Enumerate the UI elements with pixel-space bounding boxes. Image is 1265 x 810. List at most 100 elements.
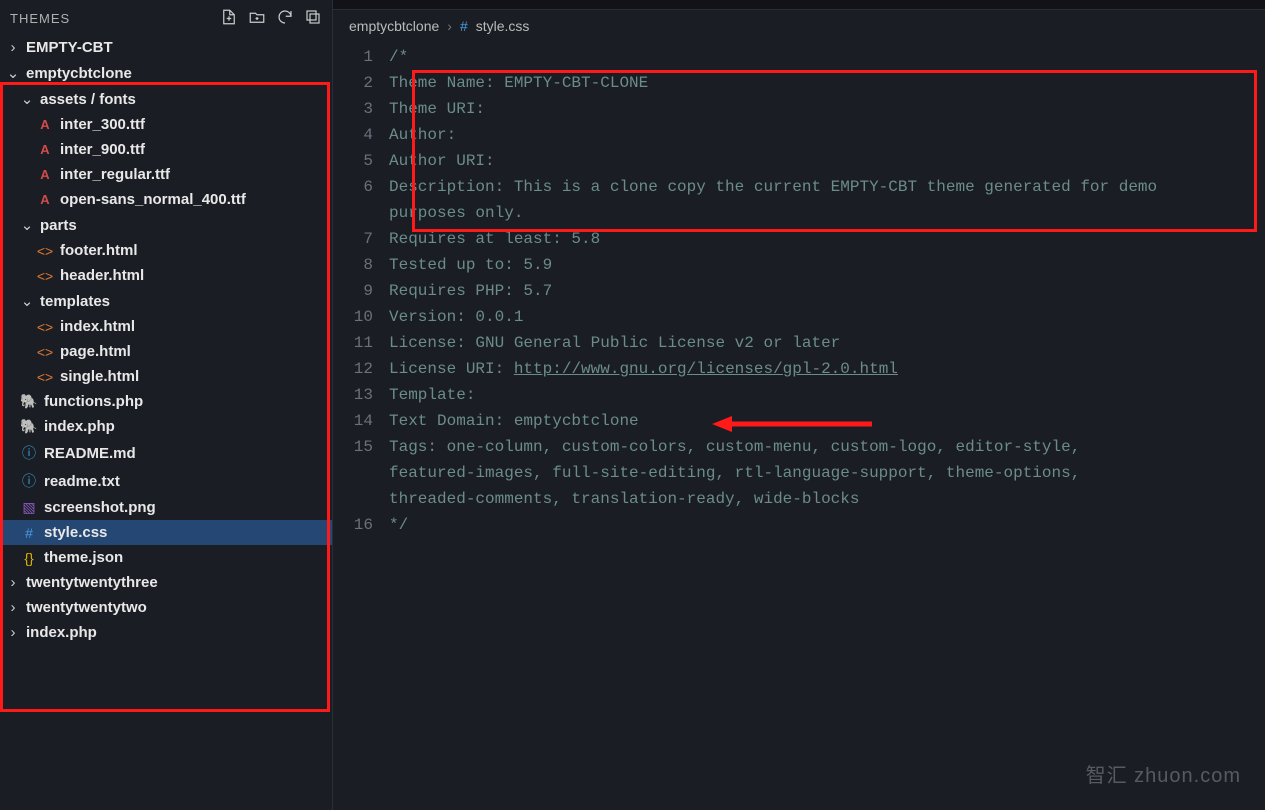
code-line[interactable]: */ xyxy=(389,512,1265,538)
file-type-icon: ⓘ xyxy=(20,471,38,491)
file-type-icon: A xyxy=(36,142,54,157)
file-label: style.css xyxy=(44,524,107,541)
file-type-icon: <> xyxy=(36,268,54,284)
new-file-icon[interactable] xyxy=(220,8,238,29)
file-label: single.html xyxy=(60,368,139,385)
file-label: functions.php xyxy=(44,393,143,410)
file-tree-item[interactable]: ⌄ templates xyxy=(0,288,332,314)
file-label: twentytwentythree xyxy=(26,574,158,591)
file-type-icon: 🐘 xyxy=(20,393,38,410)
chevron-icon: › xyxy=(6,574,20,591)
file-label: inter_300.ttf xyxy=(60,116,145,133)
file-tree-item[interactable]: {}theme.json xyxy=(0,545,332,570)
code-line[interactable]: threaded-comments, translation-ready, wi… xyxy=(389,486,1265,512)
new-folder-icon[interactable] xyxy=(248,8,266,29)
code-line[interactable]: License URI: http://www.gnu.org/licenses… xyxy=(389,356,1265,382)
file-type-icon: <> xyxy=(36,319,54,335)
file-tree-item[interactable]: <> page.html xyxy=(0,339,332,364)
file-type-icon: <> xyxy=(36,243,54,259)
file-tree-item[interactable]: ▧ screenshot.png xyxy=(0,495,332,520)
file-type-icon: ⓘ xyxy=(20,443,38,463)
file-label: header.html xyxy=(60,267,144,284)
code-editor[interactable]: 123456·789101112131415··16 /*Theme Name:… xyxy=(333,42,1265,810)
file-explorer-sidebar: THEMES ›EMPTY-CBT⌄emptycbtclone⌄assets /… xyxy=(0,0,333,810)
code-line[interactable]: Theme URI: xyxy=(389,96,1265,122)
file-tree-item[interactable]: › twentytwentytwo xyxy=(0,595,332,620)
explorer-title: THEMES xyxy=(10,11,70,26)
file-label: twentytwentytwo xyxy=(26,599,147,616)
file-tree-item[interactable]: ⌄assets / fonts xyxy=(0,86,332,112)
file-tree-item[interactable]: › EMPTY-CBT xyxy=(0,35,332,60)
file-type-icon: <> xyxy=(36,344,54,360)
code-content[interactable]: /*Theme Name: EMPTY-CBT-CLONETheme URI:A… xyxy=(389,44,1265,810)
code-line[interactable]: Author URI: xyxy=(389,148,1265,174)
file-label: EMPTY-CBT xyxy=(26,39,113,56)
file-tree-item[interactable]: 🐘 functions.php xyxy=(0,389,332,414)
line-gutter: 123456·789101112131415··16 xyxy=(333,44,389,810)
file-label: theme.json xyxy=(44,549,123,566)
code-line[interactable]: Version: 0.0.1 xyxy=(389,304,1265,330)
file-type-icon: # xyxy=(20,525,38,541)
file-tree-item[interactable]: ⓘ readme.txt xyxy=(0,467,332,495)
breadcrumb-file[interactable]: style.css xyxy=(476,18,530,34)
file-tree-item[interactable]: 🐘 index.php xyxy=(0,414,332,439)
file-label: page.html xyxy=(60,343,131,360)
chevron-icon: › xyxy=(6,624,20,641)
file-tree-item[interactable]: <> index.html xyxy=(0,314,332,339)
code-line[interactable]: featured-images, full-site-editing, rtl-… xyxy=(389,460,1265,486)
file-label: index.php xyxy=(44,418,115,435)
file-label: screenshot.png xyxy=(44,499,156,516)
code-line[interactable]: Theme Name: EMPTY-CBT-CLONE xyxy=(389,70,1265,96)
collapse-icon[interactable] xyxy=(304,8,322,29)
file-tree-item[interactable]: <>single.html xyxy=(0,364,332,389)
file-tree-item[interactable]: ⌄ parts xyxy=(0,212,332,238)
breadcrumb-sep: › xyxy=(447,18,452,34)
breadcrumb[interactable]: emptycbtclone › # style.css xyxy=(333,10,1265,42)
chevron-icon: ⌄ xyxy=(6,64,20,82)
file-tree-item[interactable]: # style.css xyxy=(0,520,332,545)
file-tree-item[interactable]: Ainter_regular.ttf xyxy=(0,162,332,187)
file-tree-item[interactable]: Aopen-sans_normal_400.ttf xyxy=(0,187,332,212)
code-line[interactable]: License: GNU General Public License v2 o… xyxy=(389,330,1265,356)
chevron-icon: ⌄ xyxy=(20,292,34,310)
code-line[interactable]: Description: This is a clone copy the cu… xyxy=(389,174,1265,200)
code-line[interactable]: Requires PHP: 5.7 xyxy=(389,278,1265,304)
file-tree-item[interactable]: Ainter_300.ttf xyxy=(0,112,332,137)
code-line[interactable]: Tested up to: 5.9 xyxy=(389,252,1265,278)
watermark: 智汇 zhuon.com xyxy=(1086,759,1241,788)
file-label: templates xyxy=(40,293,110,310)
file-tree-item[interactable]: Ainter_900.ttf xyxy=(0,137,332,162)
code-line[interactable]: Tags: one-column, custom-colors, custom-… xyxy=(389,434,1265,460)
file-label: readme.txt xyxy=(44,473,120,490)
code-line[interactable]: purposes only. xyxy=(389,200,1265,226)
file-label: emptycbtclone xyxy=(26,65,132,82)
file-tree-item[interactable]: › twentytwentythree xyxy=(0,570,332,595)
file-label: footer.html xyxy=(60,242,138,259)
editor-area: emptycbtclone › # style.css 123456·78910… xyxy=(333,0,1265,810)
chevron-icon: › xyxy=(6,599,20,616)
file-tree-item[interactable]: › index.php xyxy=(0,620,332,645)
refresh-icon[interactable] xyxy=(276,8,294,29)
file-tree-item[interactable]: <> header.html xyxy=(0,263,332,288)
link[interactable]: http://www.gnu.org/licenses/gpl-2.0.html xyxy=(514,360,898,378)
chevron-icon: ⌄ xyxy=(20,216,34,234)
file-type-icon: 🐘 xyxy=(20,418,38,435)
file-label: index.html xyxy=(60,318,135,335)
breadcrumb-root[interactable]: emptycbtclone xyxy=(349,18,439,34)
file-tree: ›EMPTY-CBT⌄emptycbtclone⌄assets / fontsA… xyxy=(0,35,332,645)
code-line[interactable]: /* xyxy=(389,44,1265,70)
code-line[interactable]: Requires at least: 5.8 xyxy=(389,226,1265,252)
file-type-icon: ▧ xyxy=(20,499,38,516)
chevron-icon: › xyxy=(6,39,20,56)
file-label: index.php xyxy=(26,624,97,641)
file-label: parts xyxy=(40,217,77,234)
file-label: assets / fonts xyxy=(40,91,136,108)
file-label: inter_regular.ttf xyxy=(60,166,170,183)
code-line[interactable]: Text Domain: emptycbtclone xyxy=(389,408,1265,434)
file-tree-item[interactable]: <> footer.html xyxy=(0,238,332,263)
file-tree-item[interactable]: ⓘREADME.md xyxy=(0,439,332,467)
file-tree-item[interactable]: ⌄ emptycbtclone xyxy=(0,60,332,86)
code-line[interactable]: Author: xyxy=(389,122,1265,148)
tab-bar[interactable] xyxy=(333,0,1265,10)
code-line[interactable]: Template: xyxy=(389,382,1265,408)
